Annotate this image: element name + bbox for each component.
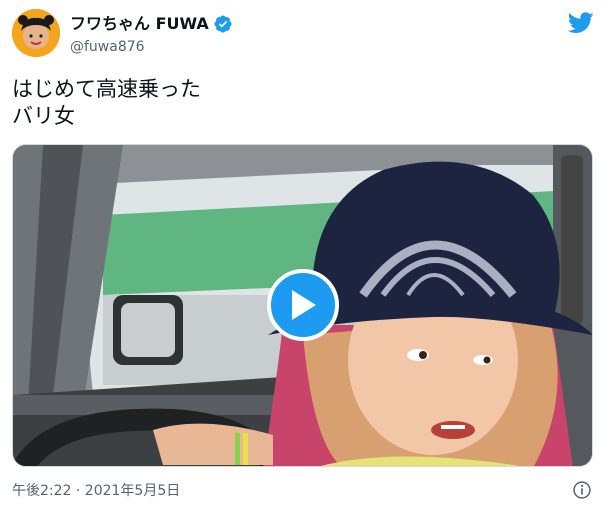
tweet-card: フワちゃん FUWA @fuwa876 はじめて高速乗った バリ女 午後2:22…	[0, 0, 608, 508]
user-handle[interactable]: @fuwa876	[70, 38, 145, 56]
user-avatar-icon[interactable]	[12, 9, 60, 57]
play-button[interactable]	[267, 269, 339, 341]
twitter-bird-icon[interactable]	[567, 12, 594, 34]
video-player[interactable]	[12, 144, 593, 467]
play-icon	[292, 290, 316, 320]
name-row: フワちゃん FUWA	[70, 13, 233, 35]
verified-badge-icon	[213, 14, 233, 34]
display-name[interactable]: フワちゃん FUWA	[70, 14, 209, 34]
tweet-text: はじめて高速乗った バリ女	[12, 77, 201, 128]
info-icon[interactable]	[572, 480, 592, 500]
tweet-timestamp[interactable]: 午後2:22 · 2021年5月5日	[12, 482, 180, 500]
